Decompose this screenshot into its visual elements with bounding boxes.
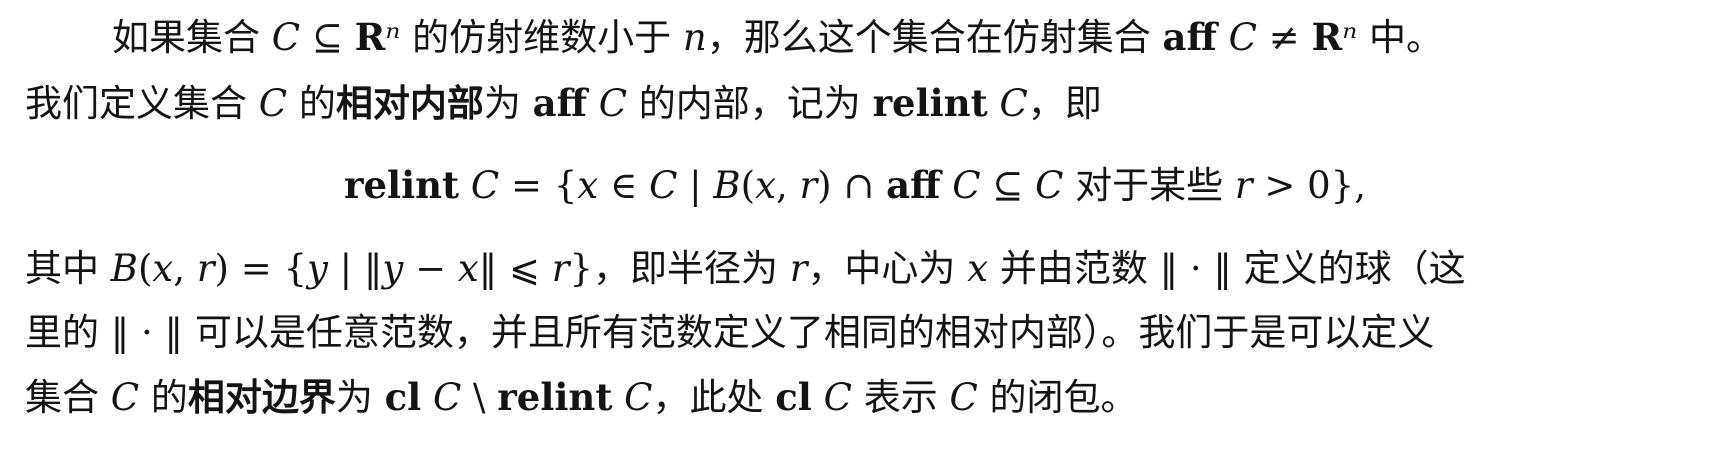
text-segment: ‖ · ‖	[110, 311, 184, 354]
text-segment: x	[577, 164, 599, 207]
text-segment: ,	[173, 247, 197, 290]
text-segment: C	[949, 376, 978, 419]
text-segment: 的内部，记为	[627, 82, 873, 125]
paragraph-2-line-3: 集合 C 的相对边界为 cl C \ relint C，此处 cl C 表示 C…	[25, 372, 1710, 422]
text-segment: |	[677, 164, 714, 207]
text-segment: 如果集合	[112, 16, 272, 59]
text-segment: 的仿射维数小于	[400, 16, 683, 59]
display-equation-relint: relint C = {x ∈ C | B(x, r) ∩ aff C ⊆ C …	[0, 160, 1710, 210]
text-segment: 里的	[25, 311, 111, 354]
text-segment: }	[569, 247, 593, 290]
text-segment: 集合	[25, 376, 111, 419]
text-segment: aff	[532, 81, 587, 125]
text-segment: C	[459, 164, 500, 207]
paragraph-2-line-2: 里的 ‖ · ‖ 可以是任意范数，并且所有范数定义了相同的相对内部）。我们于是可…	[25, 308, 1710, 358]
text-segment: ，那么这个集合在仿射集合	[706, 16, 1163, 59]
text-segment: relint	[497, 375, 613, 419]
text-segment: ) ∩	[817, 164, 887, 207]
text-segment: relint	[344, 163, 460, 207]
text-segment: C	[1035, 164, 1064, 207]
text-segment: C	[258, 82, 288, 125]
text-segment: x	[457, 247, 479, 290]
text-segment: R	[1311, 15, 1343, 59]
text-segment: 我们定义集合	[25, 82, 259, 125]
text-segment: −	[403, 247, 458, 290]
text-segment: relint	[872, 81, 988, 125]
text-segment: y	[382, 247, 404, 290]
text-segment: C	[110, 376, 140, 419]
text-segment: 的	[139, 376, 188, 419]
text-segment: ⁿ	[1342, 16, 1358, 59]
text-segment: 对于某些	[1063, 164, 1235, 207]
text-segment: B	[713, 164, 741, 207]
text-segment: ⁿ	[385, 16, 401, 59]
text-segment: 的闭包。	[977, 376, 1138, 419]
text-segment: C	[940, 164, 981, 207]
text-segment: ‖ ⩽	[478, 247, 552, 290]
paragraph-1-line-1: 如果集合 C ⊆ Rⁿ 的仿射维数小于 n，那么这个集合在仿射集合 aff C …	[112, 12, 1710, 62]
text-segment: ⊆	[980, 164, 1036, 207]
text-segment: ⊆	[300, 16, 355, 59]
text-segment: 相对内部	[335, 82, 484, 125]
text-segment: R	[354, 15, 386, 59]
paragraph-1-line-2: 我们定义集合 C 的相对内部为 aff C 的内部，记为 relint C，即	[25, 78, 1710, 128]
text-segment: 中。	[1357, 16, 1443, 59]
text-segment: 可以是任意范数，并且所有范数定义了相同的相对内部）。我们于是可以定义	[183, 311, 1435, 354]
text-segment: ≠	[1256, 16, 1312, 59]
text-segment: = {	[499, 164, 578, 207]
text-segment: x	[967, 247, 989, 290]
text-segment: B	[110, 247, 138, 290]
text-segment: x	[152, 247, 174, 290]
text-segment: 定义的球（这	[1231, 247, 1466, 290]
paragraph-2-line-1: 其中 B(x, r) = {y | ‖y − x‖ ⩽ r}，即半径为 r，中心…	[25, 244, 1710, 294]
text-segment: ‖ · ‖	[1159, 247, 1232, 290]
text-segment: cl	[775, 375, 812, 419]
text-segment: r	[551, 247, 570, 290]
text-segment: r	[799, 164, 818, 207]
text-segment: aff	[886, 163, 941, 207]
text-segment: C	[811, 376, 852, 419]
text-segment: C	[271, 16, 301, 59]
text-segment: C	[987, 82, 1028, 125]
text-segment: 的	[287, 82, 336, 125]
text-segment: r	[1234, 164, 1253, 207]
text-segment: n	[682, 16, 707, 59]
text-segment: y	[307, 247, 328, 290]
text-segment: x	[755, 164, 776, 207]
text-segment: C	[649, 164, 678, 207]
text-segment: ，中心为	[807, 247, 968, 290]
text-segment: ,	[775, 164, 800, 207]
text-segment: ，即	[1027, 82, 1102, 125]
text-segment: C	[586, 82, 628, 125]
text-segment: (	[137, 247, 153, 290]
text-segment: C	[612, 376, 653, 419]
text-segment: 为	[335, 376, 385, 419]
text-segment: > 0},	[1252, 164, 1366, 207]
text-segment: (	[740, 164, 756, 207]
text-segment: | ‖	[327, 247, 383, 290]
text-segment: r	[789, 247, 808, 290]
text-segment: 为	[483, 82, 533, 125]
text-segment: C	[421, 376, 462, 419]
page: { "paragraph1": { "line1": [ {"t": "如果集合…	[0, 0, 1710, 472]
text-segment: ∈	[598, 164, 650, 207]
text-segment: cl	[384, 375, 422, 419]
text-segment: ) = {	[214, 247, 308, 290]
text-segment: ，即半径为	[592, 247, 790, 290]
text-segment: ，此处	[652, 376, 776, 419]
text-segment: \	[461, 376, 498, 419]
text-segment: C	[1216, 16, 1257, 59]
text-segment: aff	[1162, 15, 1217, 59]
text-segment: 并由范数	[988, 247, 1160, 290]
text-segment: 相对边界	[187, 376, 336, 419]
text-segment: r	[196, 247, 215, 290]
text-segment: 表示	[851, 376, 950, 419]
text-segment: 其中	[25, 247, 111, 290]
